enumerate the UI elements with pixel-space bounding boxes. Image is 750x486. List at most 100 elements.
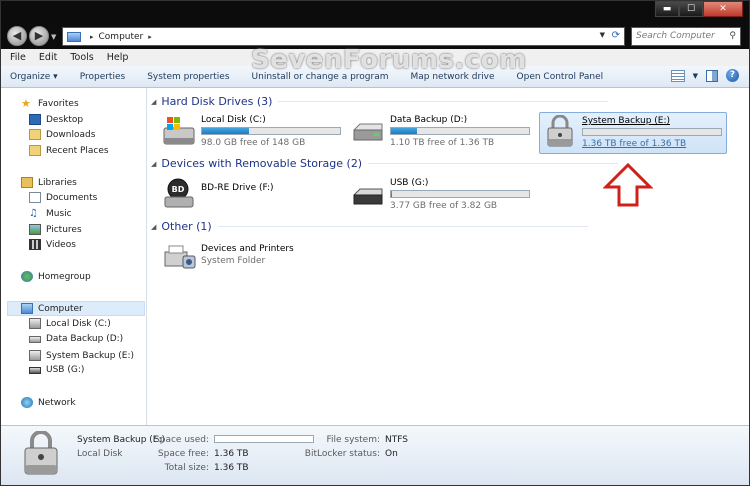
- computer-icon: [21, 303, 33, 314]
- collapse-icon[interactable]: ◢: [151, 160, 156, 168]
- search-icon: ⚲: [729, 31, 736, 41]
- star-icon: ★: [21, 97, 31, 110]
- drive-icon: [29, 335, 41, 343]
- nav-data-backup-d[interactable]: Data Backup (D:): [29, 334, 123, 344]
- details-pane: System Backup (E:) Local Disk Space used…: [1, 425, 749, 485]
- total-size-value: 1.36 TB: [214, 463, 249, 473]
- locked-drive-icon: [542, 114, 578, 149]
- nav-videos[interactable]: Videos: [29, 239, 76, 250]
- caption-buttons: ▬ ☐ ✕: [655, 1, 743, 17]
- homegroup-icon: [21, 271, 33, 282]
- properties-button[interactable]: Properties: [80, 72, 125, 82]
- total-size-label: Total size:: [164, 463, 209, 473]
- content-pane: ◢ Hard Disk Drives (3) Local Disk (C:) 9…: [147, 88, 749, 425]
- breadcrumb-computer[interactable]: Computer: [99, 32, 144, 42]
- drive-free-space: 3.77 GB free of 3.82 GB: [390, 201, 498, 211]
- drive-tile-f[interactable]: BD BD-RE Drive (F:): [161, 177, 341, 217]
- locked-drive-icon: [29, 350, 41, 361]
- hard-drive-icon: [350, 114, 386, 148]
- space-free-value: 1.36 TB: [214, 449, 249, 459]
- maximize-button[interactable]: ☐: [679, 1, 703, 17]
- drive-tile-e[interactable]: System Backup (E:) 1.36 TB free of 1.36 …: [539, 112, 727, 154]
- address-bar[interactable]: ▸ Computer ▸ ▼ ⟳: [62, 27, 625, 46]
- address-dropdown-icon[interactable]: ▼: [600, 31, 605, 39]
- drive-tile-g[interactable]: USB (G:) 3.77 GB free of 3.82 GB: [350, 177, 530, 217]
- forward-button[interactable]: ▶: [29, 26, 49, 46]
- nav-local-disk-c[interactable]: Local Disk (C:): [29, 318, 111, 329]
- collapse-icon[interactable]: ◢: [151, 223, 156, 231]
- usage-bar: [582, 128, 722, 136]
- menu-help[interactable]: Help: [107, 52, 129, 63]
- close-button[interactable]: ✕: [703, 1, 743, 17]
- recent-pages-dropdown[interactable]: ▼: [51, 33, 56, 41]
- bitlocker-status-label: BitLocker status:: [304, 449, 380, 459]
- nav-downloads[interactable]: Downloads: [29, 129, 95, 140]
- drive-icon: [29, 318, 41, 329]
- drive-tile-c[interactable]: Local Disk (C:) 98.0 GB free of 148 GB: [161, 114, 341, 154]
- nav-computer[interactable]: Computer: [7, 301, 145, 316]
- item-name: Devices and Printers: [201, 244, 294, 254]
- usb-drive-icon: [350, 177, 386, 211]
- nav-pictures[interactable]: Pictures: [29, 224, 82, 235]
- help-icon[interactable]: ?: [726, 69, 739, 82]
- system-properties-button[interactable]: System properties: [147, 72, 229, 82]
- refresh-icon[interactable]: ⟳: [612, 30, 620, 41]
- recent-places-icon: [29, 145, 41, 156]
- search-input[interactable]: Search Computer ⚲: [631, 27, 741, 46]
- computer-icon: [67, 31, 81, 42]
- drive-tile-d[interactable]: Data Backup (D:) 1.10 TB free of 1.36 TB: [350, 114, 530, 154]
- collapse-icon[interactable]: ◢: [151, 98, 156, 106]
- nav-system-backup-e[interactable]: System Backup (E:): [29, 350, 134, 361]
- navigation-pane: ★ Favorites Desktop Downloads Recent Pla…: [1, 88, 147, 425]
- network-icon: [21, 397, 33, 408]
- preview-pane-icon[interactable]: [706, 69, 718, 82]
- chevron-right-icon[interactable]: ▸: [148, 33, 152, 41]
- svg-text:BD: BD: [172, 185, 185, 194]
- group-hard-disk-drives[interactable]: ◢ Hard Disk Drives (3): [151, 95, 609, 108]
- chevron-right-icon[interactable]: ▸: [90, 33, 94, 41]
- space-used-label: Space used:: [154, 435, 209, 445]
- libraries-icon: [21, 177, 33, 188]
- nav-music[interactable]: ♫ Music: [29, 208, 72, 219]
- change-view-icon[interactable]: [670, 69, 685, 82]
- explorer-window: ▬ ☐ ✕ ◀ ▶ ▼ ▸ Computer ▸ ▼ ⟳ Search Comp…: [0, 0, 750, 486]
- usage-bar: [201, 127, 341, 135]
- nav-libraries[interactable]: Libraries: [21, 177, 77, 188]
- file-system-label: File system:: [326, 435, 381, 445]
- nav-documents[interactable]: Documents: [29, 192, 97, 203]
- drive-free-space: 98.0 GB free of 148 GB: [201, 138, 306, 148]
- nav-recent-places[interactable]: Recent Places: [29, 145, 109, 156]
- windows-drive-icon: [161, 114, 197, 148]
- nav-homegroup[interactable]: Homegroup: [21, 271, 91, 282]
- videos-icon: [29, 239, 41, 250]
- view-controls: ▼ ?: [670, 69, 739, 82]
- organize-button[interactable]: Organize ▾: [10, 72, 58, 82]
- drive-name: Data Backup (D:): [390, 115, 468, 125]
- drive-name: BD-RE Drive (F:): [201, 183, 274, 193]
- devices-and-printers-tile[interactable]: Devices and Printers System Folder: [161, 240, 341, 280]
- printer-icon: [161, 240, 197, 274]
- uninstall-program-button[interactable]: Uninstall or change a program: [252, 72, 389, 82]
- nav-usb-g[interactable]: USB (G:): [29, 365, 84, 375]
- map-network-drive-button[interactable]: Map network drive: [410, 72, 494, 82]
- nav-network[interactable]: Network: [21, 397, 76, 408]
- minimize-button[interactable]: ▬: [655, 1, 679, 17]
- file-system-value: NTFS: [385, 435, 408, 445]
- music-icon: ♫: [29, 208, 38, 219]
- menu-file[interactable]: File: [10, 52, 26, 63]
- group-removable-storage[interactable]: ◢ Devices with Removable Storage (2): [151, 157, 619, 170]
- group-other[interactable]: ◢ Other (1): [151, 220, 588, 233]
- nav-desktop[interactable]: Desktop: [29, 114, 83, 125]
- menu-edit[interactable]: Edit: [39, 52, 57, 63]
- usage-bar: [390, 190, 530, 198]
- open-control-panel-button[interactable]: Open Control Panel: [517, 72, 604, 82]
- drive-free-space: 1.36 TB free of 1.36 TB: [582, 139, 687, 149]
- usb-drive-icon: [29, 366, 41, 374]
- space-free-label: Space free:: [157, 449, 209, 459]
- nav-favorites[interactable]: ★ Favorites: [21, 98, 79, 109]
- back-button[interactable]: ◀: [7, 26, 27, 46]
- documents-icon: [29, 192, 41, 203]
- view-dropdown-icon[interactable]: ▼: [693, 72, 698, 80]
- menu-tools[interactable]: Tools: [70, 52, 93, 63]
- command-bar: Organize ▾ Properties System properties …: [1, 66, 749, 88]
